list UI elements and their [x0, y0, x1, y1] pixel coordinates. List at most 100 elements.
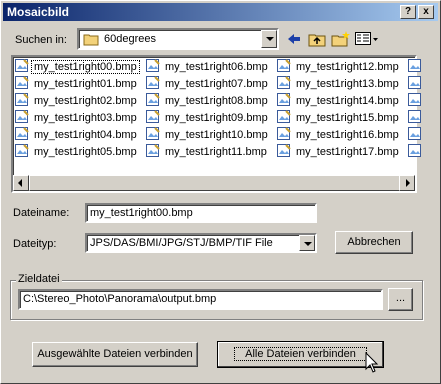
- up-folder-icon[interactable]: [308, 31, 326, 47]
- file-name: my_test1right15.bmp: [296, 112, 399, 124]
- bmp-file-icon: [408, 127, 421, 141]
- bmp-file-icon: [277, 59, 291, 73]
- file-list-item[interactable]: my_test1right03.bmp: [15, 110, 139, 127]
- bmp-file-icon: [15, 93, 29, 107]
- bmp-file-icon: [277, 110, 291, 124]
- lookin-dropdown-button[interactable]: [261, 30, 277, 48]
- filetype-dropdown-button[interactable]: [299, 235, 315, 251]
- bmp-file-icon: [146, 110, 160, 124]
- file-list-item[interactable]: my_test1right01.bmp: [15, 76, 139, 93]
- file-list-item[interactable]: my_test1right11.bmp: [146, 144, 269, 161]
- view-menu-icon[interactable]: [355, 32, 379, 46]
- file-list[interactable]: my_test1right00.bmp my_test1right01.bmp my…: [11, 55, 421, 193]
- file-list-item[interactable]: my_test1right13.bmp: [277, 76, 401, 93]
- scroll-right-button[interactable]: [399, 175, 415, 191]
- browse-button[interactable]: ...: [388, 288, 413, 311]
- bmp-file-icon: [408, 93, 421, 107]
- file-list-item[interactable]: my_test1right00.bmp: [15, 59, 140, 76]
- file-list-item[interactable]: my_test1right14.bmp: [277, 93, 401, 110]
- file-name: my_test1right03.bmp: [34, 112, 137, 124]
- file-list-item-partial[interactable]: [408, 59, 425, 76]
- file-list-item-partial[interactable]: [408, 93, 425, 110]
- file-list-item[interactable]: my_test1right09.bmp: [146, 110, 270, 127]
- filetype-select[interactable]: JPS/DAS/BMI/JPG/STJ/BMP/TIF File: [85, 233, 317, 253]
- file-list-item[interactable]: my_test1right02.bmp: [15, 93, 139, 110]
- file-list-item[interactable]: my_test1right16.bmp: [277, 127, 401, 144]
- file-name: my_test1right04.bmp: [34, 129, 137, 141]
- bmp-file-icon: [146, 144, 160, 158]
- file-list-item[interactable]: my_test1right05.bmp: [15, 144, 139, 161]
- file-list-item-partial[interactable]: [408, 110, 425, 127]
- cancel-button[interactable]: Abbrechen: [335, 231, 413, 254]
- target-path-input[interactable]: C:\Stereo_Photo\Panorama\output.bmp: [18, 289, 383, 310]
- bmp-file-icon: [146, 59, 160, 73]
- file-name: my_test1right00.bmp: [31, 60, 140, 74]
- bmp-file-icon: [277, 144, 291, 158]
- file-list-item-partial[interactable]: [408, 76, 425, 93]
- bmp-file-icon: [277, 127, 291, 141]
- file-list-item[interactable]: my_test1right17.bmp: [277, 144, 401, 161]
- file-name: my_test1right12.bmp: [296, 61, 399, 73]
- file-name: my_test1right08.bmp: [165, 95, 268, 107]
- join-selected-button[interactable]: Ausgewählte Dateien verbinden: [32, 342, 198, 367]
- file-list-item[interactable]: my_test1right15.bmp: [277, 110, 401, 127]
- bmp-file-icon: [15, 110, 29, 124]
- bmp-file-icon: [146, 76, 160, 90]
- bmp-file-icon: [408, 110, 421, 124]
- file-list-item[interactable]: my_test1right04.bmp: [15, 127, 139, 144]
- file-name: my_test1right17.bmp: [296, 146, 399, 158]
- file-list-item[interactable]: my_test1right08.bmp: [146, 93, 270, 110]
- file-name: my_test1right06.bmp: [165, 61, 268, 73]
- bmp-file-icon: [146, 127, 160, 141]
- file-name: my_test1right07.bmp: [165, 78, 268, 90]
- horizontal-scrollbar[interactable]: [13, 175, 415, 191]
- back-icon[interactable]: [286, 32, 302, 46]
- arrow-left-icon: [18, 179, 22, 187]
- file-name: my_test1right01.bmp: [34, 78, 137, 90]
- file-list-item-partial[interactable]: [408, 144, 425, 161]
- title-bar: Mosaicbild ? x: [3, 3, 438, 21]
- file-name: my_test1right09.bmp: [165, 112, 268, 124]
- filename-value: my_test1right00.bmp: [90, 207, 193, 219]
- bmp-file-icon: [15, 127, 29, 141]
- file-list-item[interactable]: my_test1right12.bmp: [277, 59, 401, 76]
- file-name: my_test1right10.bmp: [165, 129, 268, 141]
- new-folder-icon[interactable]: [331, 30, 351, 47]
- bmp-file-icon: [15, 59, 29, 73]
- window-title: Mosaicbild: [7, 5, 70, 19]
- file-list-item[interactable]: my_test1right07.bmp: [146, 76, 270, 93]
- filename-label: Dateiname:: [13, 207, 70, 219]
- close-button[interactable]: x: [418, 5, 434, 19]
- file-list-item[interactable]: my_test1right06.bmp: [146, 59, 270, 76]
- file-name: my_test1right05.bmp: [34, 146, 137, 158]
- scroll-thumb[interactable]: [29, 175, 406, 191]
- arrow-right-icon: [406, 179, 410, 187]
- bmp-file-icon: [146, 93, 160, 107]
- lookin-label: Suchen in:: [15, 34, 67, 46]
- file-list-item-partial[interactable]: [408, 127, 425, 144]
- lookin-folder-name: 60degrees: [104, 33, 156, 45]
- bmp-file-icon: [277, 93, 291, 107]
- help-button[interactable]: ?: [400, 5, 416, 19]
- bmp-file-icon: [277, 76, 291, 90]
- file-list-item[interactable]: my_test1right10.bmp: [146, 127, 270, 144]
- file-name: my_test1right16.bmp: [296, 129, 399, 141]
- mouse-cursor-icon: [365, 352, 379, 373]
- bmp-file-icon: [408, 76, 421, 90]
- file-name: my_test1right14.bmp: [296, 95, 399, 107]
- join-all-label: Alle Dateien verbinden: [234, 347, 367, 361]
- filetype-value: JPS/DAS/BMI/JPG/STJ/BMP/TIF File: [90, 237, 273, 249]
- bmp-file-icon: [408, 144, 421, 158]
- filename-input[interactable]: my_test1right00.bmp: [85, 203, 317, 223]
- file-name: my_test1right02.bmp: [34, 95, 137, 107]
- file-name: my_test1right11.bmp: [165, 146, 267, 158]
- scroll-left-button[interactable]: [13, 175, 29, 191]
- bmp-file-icon: [15, 144, 29, 158]
- join-all-button[interactable]: Alle Dateien verbinden: [217, 341, 384, 368]
- filetype-label: Dateityp:: [13, 238, 57, 250]
- lookin-combo[interactable]: 60degrees: [77, 28, 279, 50]
- file-name: my_test1right13.bmp: [296, 78, 399, 90]
- folder-icon: [83, 34, 99, 46]
- target-path-value: C:\Stereo_Photo\Panorama\output.bmp: [23, 293, 217, 305]
- dialog-window: Mosaicbild ? x Suchen in: 60degrees my_t…: [0, 0, 441, 384]
